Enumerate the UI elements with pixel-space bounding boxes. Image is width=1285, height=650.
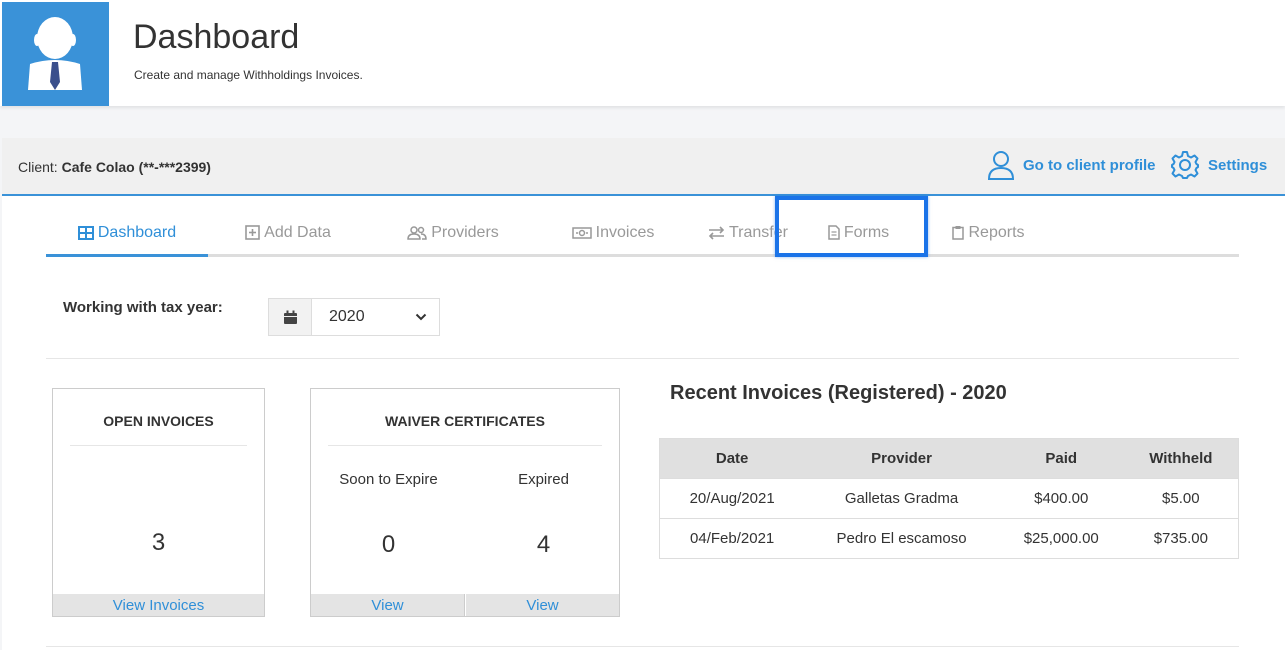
money-bill-icon: [571, 226, 592, 239]
tab-label: Transfer: [729, 223, 788, 241]
client-profile-label: Go to client profile: [1023, 156, 1156, 174]
file-icon: [828, 225, 840, 240]
view-invoices-link[interactable]: View Invoices: [53, 594, 264, 616]
recent-invoices-title: Recent Invoices (Registered) - 2020: [670, 382, 1007, 404]
client-bar: Client: Cafe Colao (**-***2399) Go to cl…: [2, 138, 1285, 196]
tab-label: Reports: [968, 223, 1025, 241]
waiver-certificates-card: WAIVER CERTIFICATES Soon to Expire Expir…: [310, 388, 620, 617]
cell-paid: $25,000.00: [998, 518, 1124, 559]
tab-forms[interactable]: Forms: [786, 211, 931, 254]
chevron-down-icon: [415, 313, 427, 321]
client-name: Cafe Colao (**-***2399): [61, 159, 211, 175]
page-header: Dashboard Create and manage Withholdings…: [0, 0, 1285, 106]
table-row: 04/Feb/2021 Pedro El escamoso $25,000.00…: [659, 518, 1239, 559]
page-title: Dashboard: [133, 18, 300, 56]
user-tie-icon: [28, 17, 82, 90]
tab-label: Dashboard: [97, 223, 177, 241]
plus-square-icon: [245, 225, 260, 240]
active-tab-indicator: [46, 254, 208, 257]
cell-paid: $400.00: [998, 478, 1124, 519]
tab-invoices[interactable]: Invoices: [538, 211, 688, 254]
tab-add-data[interactable]: Add Data: [208, 211, 368, 254]
client-info: Client: Cafe Colao (**-***2399): [18, 159, 211, 175]
cell-withheld: $5.00: [1123, 478, 1239, 519]
open-invoices-count: 3: [151, 529, 166, 556]
page-subtitle: Create and manage Withholdings Invoices.: [134, 68, 363, 82]
view-soon-to-expire-link[interactable]: View: [311, 594, 465, 616]
waiver-certificates-title: WAIVER CERTIFICATES: [385, 413, 545, 429]
tab-label: Invoices: [595, 223, 655, 241]
tab-dashboard[interactable]: Dashboard: [46, 211, 208, 254]
open-invoices-title: OPEN INVOICES: [103, 413, 214, 429]
tab-label: Providers: [431, 223, 499, 241]
expired-count: 4: [536, 531, 551, 558]
avatar: [2, 2, 109, 106]
user-icon: [987, 151, 1015, 180]
settings-label: Settings: [1208, 156, 1268, 174]
bottom-divider: [46, 646, 1239, 647]
tab-reports[interactable]: Reports: [931, 211, 1046, 254]
column-header-provider: Provider: [804, 438, 999, 479]
tab-label: Add Data: [264, 223, 331, 241]
cell-date: 20/Aug/2021: [659, 478, 805, 519]
column-header-paid: Paid: [998, 438, 1124, 479]
section-divider: [46, 358, 1239, 359]
column-header-withheld: Withheld: [1123, 438, 1239, 479]
settings-link[interactable]: Settings: [1170, 150, 1267, 180]
recent-invoices-table: Date Provider Paid Withheld 20/Aug/2021 …: [659, 438, 1239, 559]
tax-year-label: Working with tax year:: [63, 299, 223, 316]
cell-provider: Pedro El escamoso: [804, 518, 999, 559]
main-panel: Client: Cafe Colao (**-***2399) Go to cl…: [2, 138, 1285, 650]
exchange-icon: [708, 225, 725, 240]
cell-withheld: $735.00: [1123, 518, 1239, 559]
gear-icon: [1171, 151, 1199, 179]
cell-provider: Galletas Gradma: [804, 478, 999, 519]
table-header-row: Date Provider Paid Withheld: [659, 438, 1239, 479]
client-label: Client:: [18, 159, 58, 175]
view-expired-link[interactable]: View: [466, 594, 619, 616]
soon-to-expire-count: 0: [381, 531, 396, 558]
calendar-icon: [269, 299, 312, 335]
clipboard-icon: [952, 226, 965, 240]
users-icon: [407, 225, 427, 240]
open-invoices-card: OPEN INVOICES 3 View Invoices: [52, 388, 265, 617]
client-profile-link[interactable]: Go to client profile: [987, 150, 1156, 180]
soon-to-expire-label: Soon to Expire: [339, 471, 438, 488]
tab-providers[interactable]: Providers: [368, 211, 538, 254]
card-divider: [70, 445, 247, 446]
tax-year-value: 2020: [329, 308, 365, 325]
table-row: 20/Aug/2021 Galletas Gradma $400.00 $5.0…: [659, 478, 1239, 519]
tax-year-value-wrap: 2020: [312, 299, 439, 335]
tab-bar: Dashboard Add Data Providers Invoices Tr…: [46, 196, 1239, 257]
expired-label: Expired: [518, 471, 569, 488]
table-icon: [77, 225, 94, 240]
card-divider: [328, 445, 602, 446]
tax-year-select[interactable]: 2020: [268, 298, 440, 336]
cell-date: 04/Feb/2021: [659, 518, 805, 559]
tab-label: Forms: [843, 223, 890, 241]
column-header-date: Date: [659, 438, 805, 479]
